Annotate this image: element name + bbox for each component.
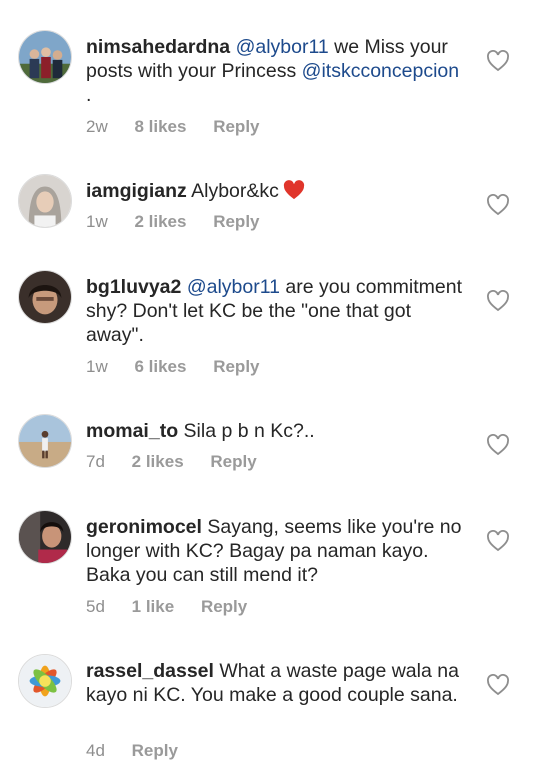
comment-body: Alybor&kc bbox=[191, 180, 279, 202]
comment-meta: 1w 6 likes Reply bbox=[86, 357, 282, 377]
likes-count[interactable]: 6 likes bbox=[134, 357, 186, 376]
heart-outline-icon[interactable] bbox=[486, 50, 510, 72]
comment-body-end: . bbox=[86, 84, 92, 106]
reply-button[interactable]: Reply bbox=[213, 212, 259, 231]
avatar[interactable] bbox=[18, 30, 72, 84]
likes-count[interactable]: 1 like bbox=[132, 597, 175, 616]
comment-time: 1w bbox=[86, 212, 108, 231]
mention-link[interactable]: @alybor11 bbox=[187, 276, 280, 298]
comment-text: geronimocel Sayang, seems like you're no… bbox=[86, 515, 466, 587]
heart-outline-icon[interactable] bbox=[486, 434, 510, 456]
comment-body: Sila p b n Kc?.. bbox=[183, 420, 315, 442]
comment-username[interactable]: bg1luvya2 bbox=[86, 276, 181, 298]
comment-text: nimsahedardna @alybor11 we Miss your pos… bbox=[86, 35, 466, 107]
heart-outline-icon[interactable] bbox=[486, 674, 510, 696]
comment-text: momai_to Sila p b n Kc?.. bbox=[86, 419, 466, 443]
likes-count[interactable]: 8 likes bbox=[134, 117, 186, 136]
comment-time: 5d bbox=[86, 597, 105, 616]
avatar[interactable] bbox=[18, 270, 72, 324]
mention-link[interactable]: @itskcconcepcion bbox=[302, 60, 459, 82]
avatar[interactable] bbox=[18, 654, 72, 708]
comment-username[interactable]: geronimocel bbox=[86, 516, 202, 538]
comment-time: 2w bbox=[86, 117, 108, 136]
comment-meta: 1w 2 likes Reply bbox=[86, 212, 282, 232]
reply-button[interactable]: Reply bbox=[132, 741, 178, 760]
comment-text: bg1luvya2 @alybor11 are you commitment s… bbox=[86, 275, 466, 347]
reply-button[interactable]: Reply bbox=[213, 117, 259, 136]
comment-meta: 7d 2 likes Reply bbox=[86, 452, 279, 472]
reply-button[interactable]: Reply bbox=[210, 452, 256, 471]
comment-username[interactable]: nimsahedardna bbox=[86, 36, 230, 58]
heart-outline-icon[interactable] bbox=[486, 530, 510, 552]
comment-time: 1w bbox=[86, 357, 108, 376]
comment-username[interactable]: rassel_dassel bbox=[86, 660, 214, 682]
likes-count[interactable]: 2 likes bbox=[132, 452, 184, 471]
comment-meta: 2w 8 likes Reply bbox=[86, 117, 282, 137]
comment-username[interactable]: momai_to bbox=[86, 420, 178, 442]
comment-text: rassel_dassel What a waste page wala na … bbox=[86, 659, 466, 707]
comment-time: 7d bbox=[86, 452, 105, 471]
comment-time: 4d bbox=[86, 741, 105, 760]
heart-outline-icon[interactable] bbox=[486, 290, 510, 312]
reply-button[interactable]: Reply bbox=[201, 597, 247, 616]
avatar[interactable] bbox=[18, 510, 72, 564]
comment-meta: 4d Reply bbox=[86, 741, 200, 761]
comment-username[interactable]: iamgigianz bbox=[86, 180, 187, 202]
likes-count[interactable]: 2 likes bbox=[134, 212, 186, 231]
mention-link[interactable]: @alybor11 bbox=[236, 36, 329, 58]
heart-outline-icon[interactable] bbox=[486, 194, 510, 216]
comment-text: iamgigianz Alybor&kc bbox=[86, 179, 466, 203]
reply-button[interactable]: Reply bbox=[213, 357, 259, 376]
avatar[interactable] bbox=[18, 414, 72, 468]
avatar[interactable] bbox=[18, 174, 72, 228]
comment-meta: 5d 1 like Reply bbox=[86, 597, 269, 617]
red-heart-emoji-icon bbox=[283, 180, 305, 200]
